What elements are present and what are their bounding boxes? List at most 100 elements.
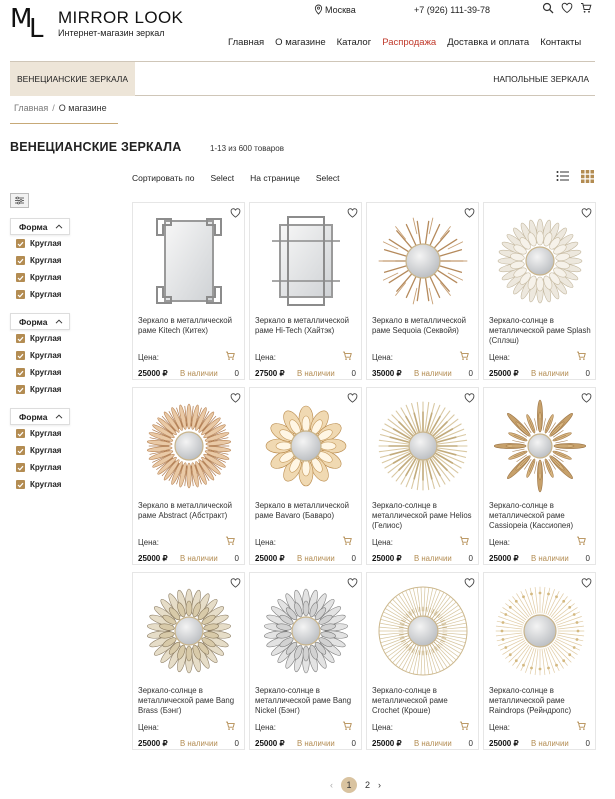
phone-number[interactable]: +7 (926) 111-39-78 <box>414 5 490 15</box>
grid-view-icon[interactable] <box>581 170 594 183</box>
product-card[interactable]: Зеркало в металлической раме Sequoia (Се… <box>366 202 479 380</box>
add-to-cart-icon[interactable] <box>459 536 470 546</box>
product-name[interactable]: Зеркало-солнце в металлической раме Bang… <box>255 686 359 716</box>
add-to-cart-icon[interactable] <box>576 721 587 731</box>
filter-option[interactable]: Круглая <box>10 381 70 398</box>
product-image[interactable] <box>494 581 586 681</box>
checkbox-checked-icon[interactable] <box>16 334 25 343</box>
product-name[interactable]: Зеркало в металлической раме Abstract (А… <box>138 501 242 521</box>
product-name[interactable]: Зеркало в металлической раме Hi-Tech (Ха… <box>255 316 359 336</box>
checkbox-checked-icon[interactable] <box>16 239 25 248</box>
category-venetian[interactable]: ВЕНЕЦИАНСКИЕ ЗЕРКАЛА <box>10 62 135 96</box>
filter-option[interactable]: Круглая <box>10 286 70 303</box>
add-to-cart-icon[interactable] <box>459 721 470 731</box>
product-card[interactable]: Зеркало в металлической раме Hi-Tech (Ха… <box>249 202 362 380</box>
product-name[interactable]: Зеркало-солнце в металлической раме Croc… <box>372 686 476 716</box>
filter-option[interactable]: Круглая <box>10 425 70 442</box>
filter-option[interactable]: Круглая <box>10 235 70 252</box>
product-image[interactable] <box>260 396 352 496</box>
list-view-icon[interactable] <box>556 170 570 182</box>
product-card[interactable]: Зеркало-солнце в металлической раме Heli… <box>366 387 479 565</box>
pagination-prev[interactable]: ‹ <box>330 780 333 790</box>
product-image[interactable] <box>143 211 235 311</box>
city-selector[interactable]: Москва <box>314 4 356 15</box>
checkbox-checked-icon[interactable] <box>16 351 25 360</box>
add-to-cart-icon[interactable] <box>576 351 587 361</box>
product-name[interactable]: Зеркало-солнце в металлической раме Cass… <box>489 501 593 531</box>
product-image[interactable] <box>377 211 469 311</box>
product-card[interactable]: Зеркало-солнце в металлической раме Spla… <box>483 202 596 380</box>
search-icon[interactable] <box>542 2 554 14</box>
category-floor[interactable]: НАПОЛЬНЫЕ ЗЕРКАЛА <box>493 62 589 96</box>
nav-delivery[interactable]: Доставка и оплата <box>447 37 529 48</box>
logo[interactable]: M L <box>10 4 50 44</box>
add-to-cart-icon[interactable] <box>342 721 353 731</box>
product-image[interactable] <box>377 581 469 681</box>
product-name[interactable]: Зеркало в металлической раме Sequoia (Се… <box>372 316 476 336</box>
nav-catalog[interactable]: Каталог <box>337 37 372 48</box>
checkbox-checked-icon[interactable] <box>16 429 25 438</box>
product-image[interactable] <box>143 581 235 681</box>
checkbox-checked-icon[interactable] <box>16 368 25 377</box>
product-card[interactable]: Зеркало-солнце в металлической раме Bang… <box>249 572 362 750</box>
nav-contacts[interactable]: Контакты <box>540 37 581 48</box>
filter-option[interactable]: Круглая <box>10 330 70 347</box>
per-page-select[interactable]: Select <box>316 173 340 183</box>
checkbox-checked-icon[interactable] <box>16 290 25 299</box>
add-to-cart-icon[interactable] <box>225 351 236 361</box>
product-card[interactable]: Зеркало в металлической раме Kitech (Кит… <box>132 202 245 380</box>
cart-icon[interactable] <box>580 2 592 14</box>
sort-select[interactable]: Select <box>210 173 234 183</box>
filter-option[interactable]: Круглая <box>10 476 70 493</box>
product-image[interactable] <box>260 581 352 681</box>
add-to-cart-icon[interactable] <box>342 351 353 361</box>
product-card[interactable]: Зеркало в металлической раме Abstract (А… <box>132 387 245 565</box>
product-image[interactable] <box>494 211 586 311</box>
filter-group-header[interactable]: Форма <box>10 408 70 425</box>
product-image[interactable] <box>377 396 469 496</box>
product-card[interactable]: Зеркало в металлической раме Bavaro (Бав… <box>249 387 362 565</box>
checkbox-checked-icon[interactable] <box>16 463 25 472</box>
product-name[interactable]: Зеркало-солнце в металлической раме Spla… <box>489 316 593 346</box>
product-image[interactable] <box>260 211 352 311</box>
filter-option[interactable]: Круглая <box>10 269 70 286</box>
add-to-cart-icon[interactable] <box>225 721 236 731</box>
filter-group-header[interactable]: Форма <box>10 313 70 330</box>
product-card[interactable]: Зеркало-солнце в металлической раме Bang… <box>132 572 245 750</box>
breadcrumb-home[interactable]: Главная <box>14 103 48 113</box>
filter-toggle-button[interactable] <box>10 193 29 208</box>
add-to-cart-icon[interactable] <box>459 351 470 361</box>
product-name[interactable]: Зеркало-солнце в металлической раме Rain… <box>489 686 593 716</box>
checkbox-checked-icon[interactable] <box>16 273 25 282</box>
pagination-page-current[interactable]: 1 <box>341 777 357 793</box>
add-to-cart-icon[interactable] <box>342 536 353 546</box>
add-to-cart-icon[interactable] <box>576 536 587 546</box>
product-image[interactable] <box>493 396 587 496</box>
add-to-cart-icon[interactable] <box>225 536 236 546</box>
product-name[interactable]: Зеркало-солнце в металлической раме Bang… <box>138 686 242 716</box>
pagination-page-2[interactable]: 2 <box>365 780 370 790</box>
checkbox-checked-icon[interactable] <box>16 385 25 394</box>
product-name[interactable]: Зеркало-солнце в металлической раме Heli… <box>372 501 476 531</box>
pagination-next[interactable]: › <box>378 780 381 790</box>
checkbox-checked-icon[interactable] <box>16 480 25 489</box>
product-card[interactable]: Зеркало-солнце в металлической раме Rain… <box>483 572 596 750</box>
heart-icon[interactable] <box>561 2 573 14</box>
product-card[interactable]: Зеркало-солнце в металлической раме Cass… <box>483 387 596 565</box>
product-card[interactable]: Зеркало-солнце в металлической раме Croc… <box>366 572 479 750</box>
nav-about[interactable]: О магазине <box>275 37 325 48</box>
nav-sale[interactable]: Распродажа <box>382 37 436 48</box>
nav-home[interactable]: Главная <box>228 37 264 48</box>
product-name[interactable]: Зеркало в металлической раме Bavaro (Бав… <box>255 501 359 521</box>
filter-option[interactable]: Круглая <box>10 459 70 476</box>
checkbox-checked-icon[interactable] <box>16 446 25 455</box>
product-name[interactable]: Зеркало в металлической раме Kitech (Кит… <box>138 316 242 336</box>
filter-option[interactable]: Круглая <box>10 364 70 381</box>
brand-name[interactable]: MIRROR LOOK <box>58 8 183 28</box>
filter-option[interactable]: Круглая <box>10 442 70 459</box>
filter-option[interactable]: Круглая <box>10 347 70 364</box>
product-image[interactable] <box>143 396 235 496</box>
filter-group-header[interactable]: Форма <box>10 218 70 235</box>
checkbox-checked-icon[interactable] <box>16 256 25 265</box>
filter-option[interactable]: Круглая <box>10 252 70 269</box>
